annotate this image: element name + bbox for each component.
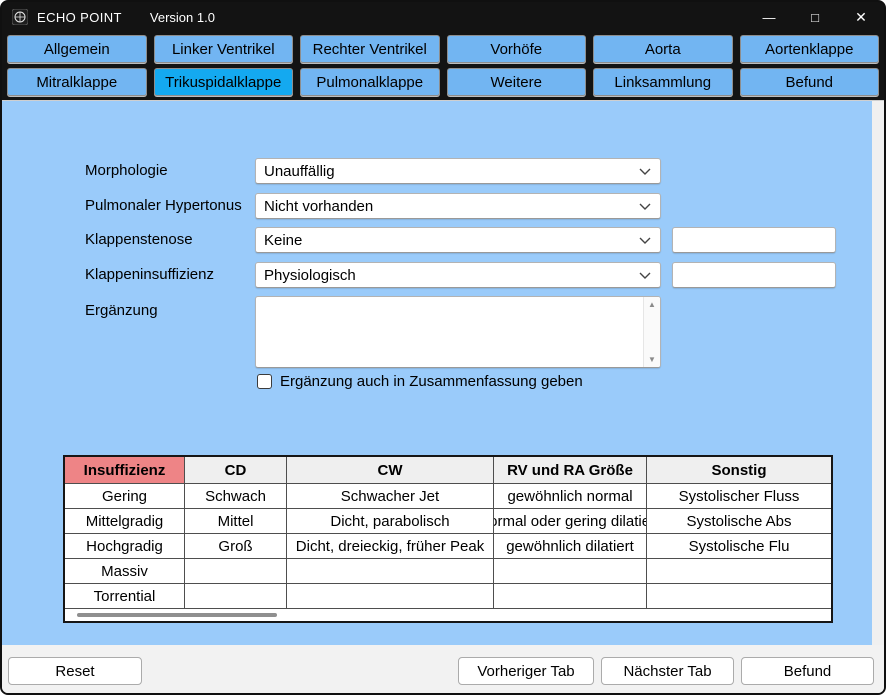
table-row: Torrential [65, 584, 831, 609]
tab-allgemein[interactable]: Allgemein [7, 35, 147, 63]
klappenstenose-extra-input[interactable] [672, 227, 836, 253]
tab-linker-ventrikel[interactable]: Linker Ventrikel [154, 35, 294, 63]
tab-pulmonalklappe[interactable]: Pulmonalklappe [300, 68, 440, 96]
chevron-down-icon [639, 237, 651, 245]
scroll-up-icon: ▲ [648, 300, 656, 309]
table-cell [287, 559, 494, 584]
table-header-row: Insuffizienz CD CW RV und RA Größe Sonst… [65, 457, 831, 484]
chevron-down-icon [639, 272, 651, 280]
table-cell: Torrential [65, 584, 185, 609]
table-header-sonstig: Sonstig [647, 457, 831, 484]
window-title: ECHO POINT [37, 10, 122, 25]
tab-rechter-ventrikel[interactable]: Rechter Ventrikel [300, 35, 440, 63]
klappenstenose-select[interactable]: Keine [255, 227, 661, 253]
pulmonaler-hypertonus-selected-value: Nicht vorhanden [264, 198, 373, 215]
table-cell [287, 584, 494, 609]
tab-trikuspidalklappe[interactable]: Trikuspidalklappe [154, 68, 294, 96]
close-button[interactable]: ✕ [838, 2, 884, 32]
table-cell: normal oder gering dilatiert [494, 509, 647, 534]
field-label-ergaenzung: Ergänzung [85, 298, 158, 324]
previous-tab-button[interactable]: Vorheriger Tab [458, 657, 594, 685]
minimize-button[interactable]: — [746, 2, 792, 32]
klappeninsuffizienz-selected-value: Physiologisch [264, 267, 356, 284]
table-row: Massiv [65, 559, 831, 584]
tab-befund[interactable]: Befund [740, 68, 880, 96]
tab-mitralklappe[interactable]: Mitralklappe [7, 68, 147, 96]
field-label-klappeninsuffizienz: Klappeninsuffizienz [85, 262, 214, 288]
table-cell: Massiv [65, 559, 185, 584]
table-cell: gewöhnlich normal [494, 484, 647, 509]
tab-row-1: Allgemein Linker Ventrikel Rechter Ventr… [7, 35, 879, 63]
morphologie-selected-value: Unauffällig [264, 163, 335, 180]
table-header-rv-ra: RV und RA Größe [494, 457, 647, 484]
main-area: Morphologie Pulmonaler Hypertonus Klappe… [2, 100, 884, 693]
table-header-cw: CW [287, 457, 494, 484]
table-cell: Gering [65, 484, 185, 509]
titlebar: ECHO POINT Version 1.0 — □ ✕ [2, 2, 884, 32]
table-cell: gewöhnlich dilatiert [494, 534, 647, 559]
table-cell [647, 584, 831, 609]
table-cell [185, 559, 287, 584]
tab-row-2: Mitralklappe Trikuspidalklappe Pulmonalk… [7, 68, 879, 96]
chevron-down-icon [639, 168, 651, 176]
scroll-down-icon: ▼ [648, 355, 656, 364]
field-label-klappenstenose: Klappenstenose [85, 227, 193, 253]
klappeninsuffizienz-extra-input[interactable] [672, 262, 836, 288]
app-icon [12, 9, 28, 25]
pulmonaler-hypertonus-select[interactable]: Nicht vorhanden [255, 193, 661, 219]
table-cell: Systolische Flu [647, 534, 831, 559]
summary-checkbox[interactable] [257, 374, 272, 389]
field-label-pulmonaler-hypertonus: Pulmonaler Hypertonus [85, 193, 242, 219]
ergaenzung-textarea[interactable] [256, 297, 643, 367]
tab-linksammlung[interactable]: Linksammlung [593, 68, 733, 96]
klappenstenose-selected-value: Keine [264, 232, 302, 249]
textarea-vscrollbar[interactable]: ▲ ▼ [643, 297, 660, 367]
maximize-button[interactable]: □ [792, 2, 838, 32]
table-cell: Groß [185, 534, 287, 559]
app-window: ECHO POINT Version 1.0 — □ ✕ Allgemein L… [0, 0, 886, 695]
table-cell [647, 559, 831, 584]
tab-bar: Allgemein Linker Ventrikel Rechter Ventr… [2, 32, 884, 100]
table-cell: Dicht, parabolisch [287, 509, 494, 534]
form-panel: Morphologie Pulmonaler Hypertonus Klappe… [2, 101, 872, 646]
table-header-insuffizienz: Insuffizienz [65, 457, 185, 484]
summary-checkbox-row: Ergänzung auch in Zusammenfassung geben [257, 373, 583, 390]
tab-vorhoefe[interactable]: Vorhöfe [447, 35, 587, 63]
table-cell: Mittelgradig [65, 509, 185, 534]
table-cell: Systolischer Fluss [647, 484, 831, 509]
table-cell: Schwach [185, 484, 287, 509]
table-cell [494, 559, 647, 584]
table-hscrollbar[interactable] [77, 613, 277, 617]
table-header-cd: CD [185, 457, 287, 484]
klappeninsuffizienz-select[interactable]: Physiologisch [255, 262, 661, 288]
footer-bar: Reset Vorheriger Tab Nächster Tab Befund [2, 645, 884, 693]
table-cell: Systolische Abs [647, 509, 831, 534]
table-cell: Schwacher Jet [287, 484, 494, 509]
table-cell [185, 584, 287, 609]
tab-aortenklappe[interactable]: Aortenklappe [740, 35, 880, 63]
tab-aorta[interactable]: Aorta [593, 35, 733, 63]
table-cell: Mittel [185, 509, 287, 534]
next-tab-button[interactable]: Nächster Tab [601, 657, 734, 685]
insufficiency-reference-table: Insuffizienz CD CW RV und RA Größe Sonst… [63, 455, 833, 623]
table-row: Mittelgradig Mittel Dicht, parabolisch n… [65, 509, 831, 534]
summary-checkbox-label: Ergänzung auch in Zusammenfassung geben [280, 373, 583, 390]
tab-weitere[interactable]: Weitere [447, 68, 587, 96]
morphologie-select[interactable]: Unauffällig [255, 158, 661, 184]
field-label-morphologie: Morphologie [85, 158, 168, 184]
table-cell: Dicht, dreieckig, früher Peak [287, 534, 494, 559]
table-row: Gering Schwach Schwacher Jet gewöhnlich … [65, 484, 831, 509]
table-row: Hochgradig Groß Dicht, dreieckig, früher… [65, 534, 831, 559]
befund-button[interactable]: Befund [741, 657, 874, 685]
table-cell [494, 584, 647, 609]
ergaenzung-field: ▲ ▼ [255, 296, 661, 368]
reset-button[interactable]: Reset [8, 657, 142, 685]
table-cell: Hochgradig [65, 534, 185, 559]
window-controls: — □ ✕ [746, 2, 884, 32]
version-label: Version 1.0 [150, 10, 215, 25]
chevron-down-icon [639, 203, 651, 211]
